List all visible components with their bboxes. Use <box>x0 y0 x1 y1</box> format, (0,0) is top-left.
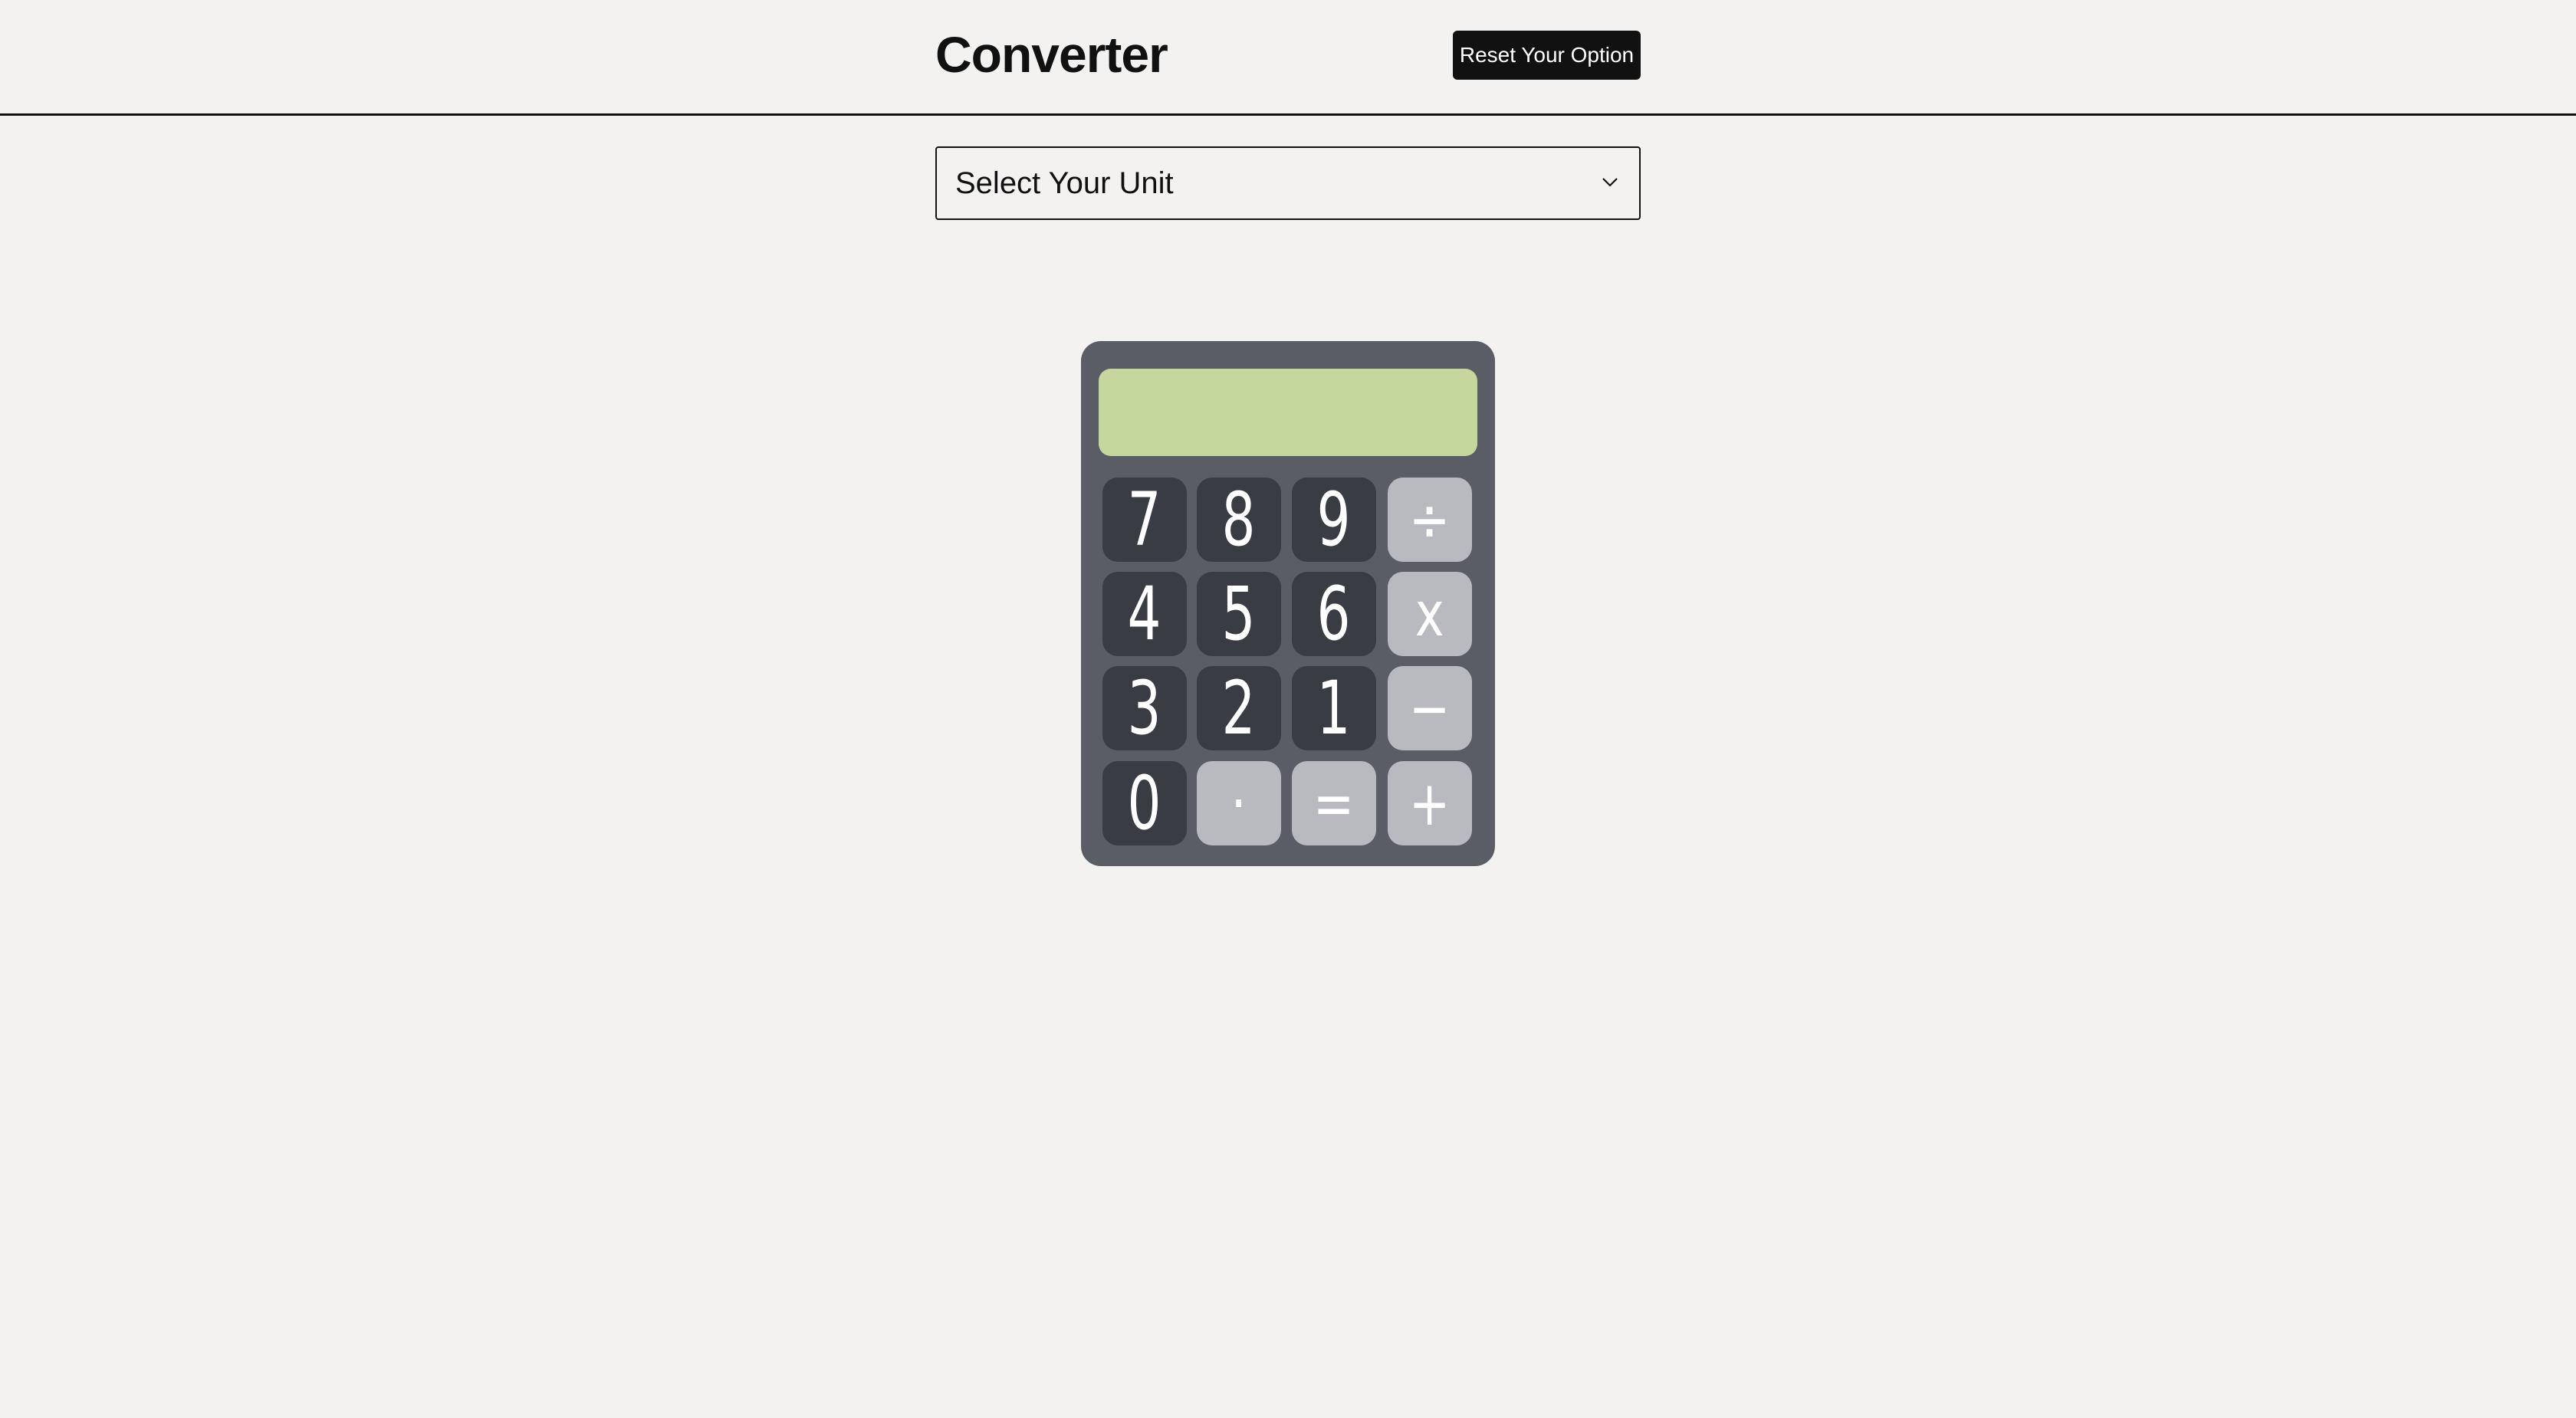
key-1[interactable]: 1 <box>1292 665 1376 751</box>
key-0[interactable]: 0 <box>1102 760 1187 846</box>
multiply-icon: x <box>1415 578 1444 650</box>
key-decimal[interactable]: · <box>1197 761 1281 845</box>
key-label: 0 <box>1128 760 1162 846</box>
key-label: 3 <box>1128 665 1162 751</box>
key-label: 4 <box>1128 571 1162 657</box>
page-title: Converter <box>935 26 1168 83</box>
key-7[interactable]: 7 <box>1102 477 1187 563</box>
plus-icon: + <box>1409 767 1451 839</box>
key-add[interactable]: + <box>1388 761 1472 845</box>
reset-option-button[interactable]: Reset Your Option <box>1453 31 1641 80</box>
key-label: 5 <box>1222 571 1256 657</box>
divide-icon: ÷ <box>1409 484 1451 556</box>
key-2[interactable]: 2 <box>1197 665 1281 751</box>
key-5[interactable]: 5 <box>1197 571 1281 657</box>
key-8[interactable]: 8 <box>1197 477 1281 563</box>
calculator-display <box>1099 369 1477 456</box>
key-equals[interactable]: = <box>1292 761 1376 845</box>
key-label: 6 <box>1317 571 1351 657</box>
unit-select[interactable]: Select Your Unit <box>935 146 1641 220</box>
key-label: 1 <box>1317 665 1351 751</box>
equals-icon: = <box>1313 767 1355 839</box>
key-3[interactable]: 3 <box>1102 665 1187 751</box>
key-label: 2 <box>1222 665 1256 751</box>
calculator: 7 8 9 ÷ 4 5 6 x 3 2 1 − 0 · = + <box>1081 341 1495 866</box>
unit-select-value: Select Your Unit <box>955 166 1174 200</box>
key-divide[interactable]: ÷ <box>1388 478 1472 562</box>
key-label: 8 <box>1222 477 1256 563</box>
app-header: Converter Reset Your Option <box>0 0 2576 116</box>
key-4[interactable]: 4 <box>1102 571 1187 657</box>
key-9[interactable]: 9 <box>1292 477 1376 563</box>
key-label: 7 <box>1128 477 1162 563</box>
key-multiply[interactable]: x <box>1388 572 1472 656</box>
key-6[interactable]: 6 <box>1292 571 1376 657</box>
chevron-down-icon <box>1602 178 1618 187</box>
key-label: 9 <box>1317 477 1351 563</box>
key-subtract[interactable]: − <box>1388 666 1472 750</box>
decimal-icon: · <box>1230 767 1247 839</box>
minus-icon: − <box>1409 672 1451 744</box>
